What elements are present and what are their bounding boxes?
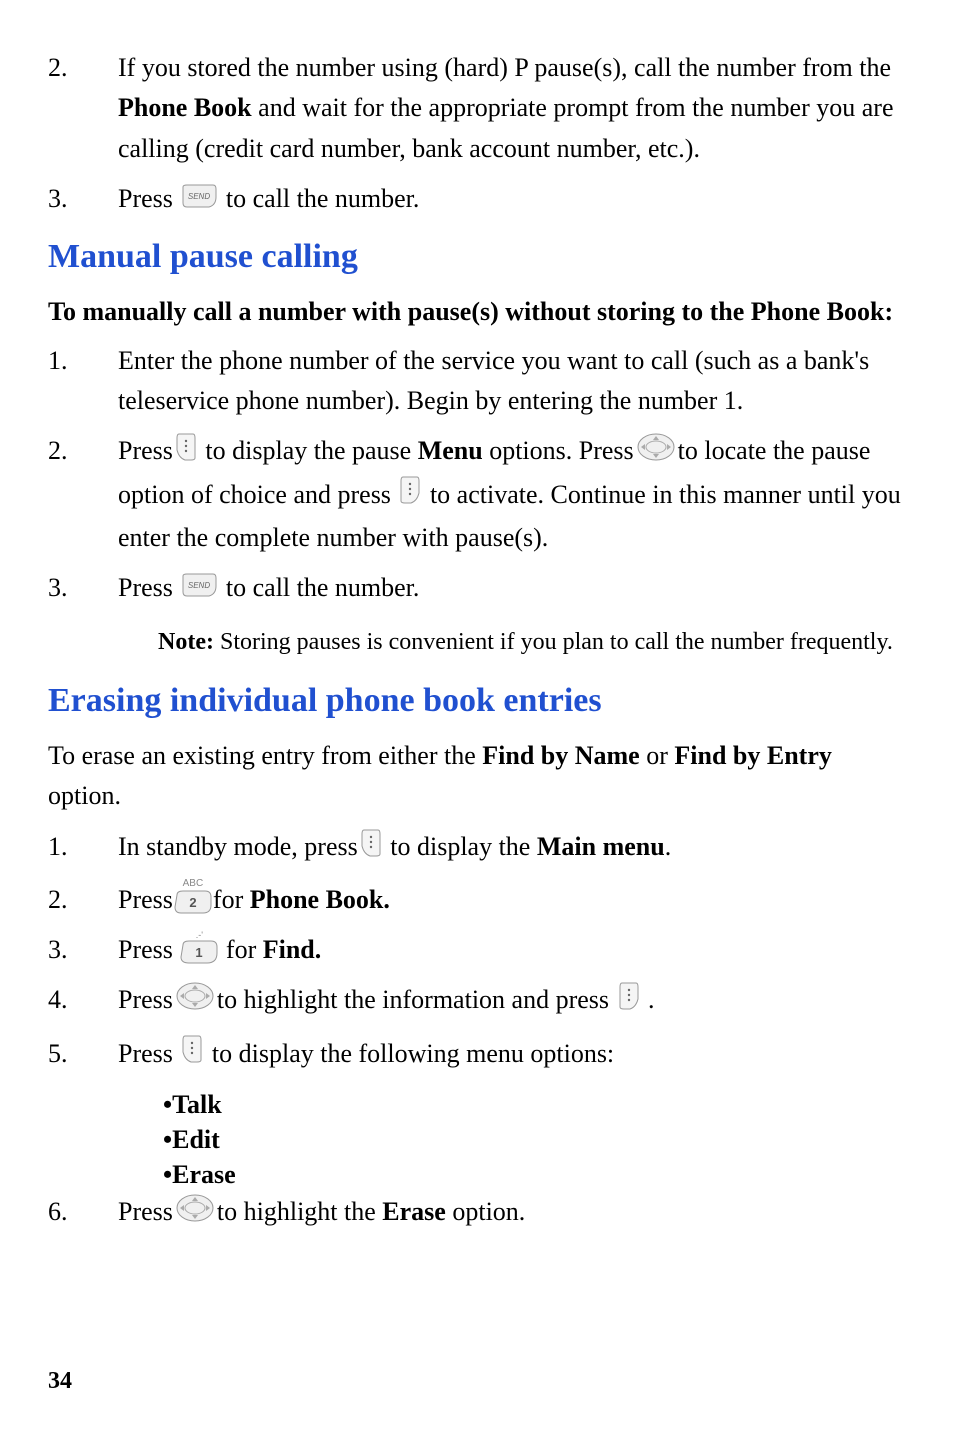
text: options. Press bbox=[483, 436, 634, 465]
list2-item2: 2. Press to display the pause Menu optio… bbox=[48, 431, 906, 558]
text: to display the bbox=[384, 832, 537, 861]
key-1-icon: .-'1 bbox=[179, 937, 219, 967]
list-text: Press .-'1 for Find. bbox=[118, 930, 906, 970]
text-bold: Phone Book bbox=[118, 93, 252, 122]
text: or bbox=[640, 741, 675, 770]
text-bold: Erase bbox=[382, 1197, 446, 1226]
menu-left-key-icon bbox=[181, 1034, 203, 1076]
list-number: 5. bbox=[48, 1034, 118, 1077]
page-number: 34 bbox=[48, 1368, 72, 1395]
text: To erase an existing entry from either t… bbox=[48, 741, 482, 770]
list-text: Enter the phone number of the service yo… bbox=[118, 341, 906, 422]
key-2-icon: ABC2 bbox=[173, 887, 213, 917]
list-number: 2. bbox=[48, 431, 118, 558]
text: . bbox=[665, 832, 672, 861]
list-text: Press SEND to call the number. bbox=[118, 568, 906, 610]
menu-left-key-icon bbox=[175, 432, 197, 474]
svg-text:SEND: SEND bbox=[188, 581, 210, 590]
text: Press bbox=[118, 1197, 173, 1226]
text-bold: Find by Entry bbox=[674, 741, 832, 770]
text: In standby mode, press bbox=[118, 832, 358, 861]
list-text: Press to highlight the information and pr… bbox=[118, 980, 906, 1023]
subheading: To manually call a number with pause(s) … bbox=[48, 292, 906, 331]
list-text: In standby mode, press to display the Ma… bbox=[118, 827, 906, 870]
text: to highlight the bbox=[217, 1197, 382, 1226]
list1-item3: 3. Press SEND to call the number. bbox=[48, 179, 906, 221]
menu-right-key-icon bbox=[399, 475, 421, 517]
send-key-icon: SEND bbox=[181, 181, 217, 221]
bullet-edit: •Edit bbox=[163, 1122, 906, 1157]
list-number: 4. bbox=[48, 980, 118, 1023]
text: Press bbox=[118, 1039, 179, 1068]
list-number: 6. bbox=[48, 1192, 118, 1235]
text: Press bbox=[118, 573, 179, 602]
note-label: Note: bbox=[158, 629, 214, 655]
svg-text:1: 1 bbox=[196, 945, 203, 960]
page-content: 2. If you stored the number using (hard)… bbox=[48, 48, 906, 1235]
note: Note: Storing pauses is convenient if yo… bbox=[158, 624, 906, 661]
nav-key-icon bbox=[636, 432, 676, 474]
heading-manual-pause: Manual pause calling bbox=[48, 231, 906, 284]
list2-item1: 1. Enter the phone number of the service… bbox=[48, 341, 906, 422]
list3-item2: 2. PressABC2for Phone Book. bbox=[48, 880, 906, 920]
svg-text:SEND: SEND bbox=[188, 192, 210, 201]
text: to display the following menu options: bbox=[205, 1039, 614, 1068]
text: option. bbox=[446, 1197, 525, 1226]
list2-item3: 3. Press SEND to call the number. bbox=[48, 568, 906, 610]
list-text: Press to highlight the Erase option. bbox=[118, 1192, 906, 1235]
text-bold: Find. bbox=[263, 935, 322, 964]
key-1-label: .-' bbox=[196, 929, 203, 943]
list-text: Press SEND to call the number. bbox=[118, 179, 906, 221]
text: Press bbox=[118, 436, 173, 465]
menu-left-key-icon bbox=[360, 828, 382, 870]
list-number: 3. bbox=[48, 568, 118, 610]
text-bold: Phone Book. bbox=[250, 885, 390, 914]
list1-item2: 2. If you stored the number using (hard)… bbox=[48, 48, 906, 169]
list-number: 3. bbox=[48, 930, 118, 970]
heading-erasing: Erasing individual phone book entries bbox=[48, 675, 906, 728]
list-number: 2. bbox=[48, 48, 118, 169]
list-text: If you stored the number using (hard) P … bbox=[118, 48, 906, 169]
text: for bbox=[219, 935, 262, 964]
bullet-talk: •Talk bbox=[163, 1087, 906, 1122]
text: option. bbox=[48, 781, 121, 810]
list-number: 1. bbox=[48, 341, 118, 422]
intro-text: To erase an existing entry from either t… bbox=[48, 736, 906, 817]
nav-key-icon bbox=[175, 981, 215, 1023]
text: to highlight the information and press bbox=[217, 985, 616, 1014]
list-text: Press to display the following menu opti… bbox=[118, 1034, 906, 1077]
text: . bbox=[642, 985, 655, 1014]
svg-text:2: 2 bbox=[189, 895, 196, 910]
text: for bbox=[213, 885, 250, 914]
nav-key-icon bbox=[175, 1193, 215, 1235]
send-key-icon: SEND bbox=[181, 570, 217, 610]
list3-item6: 6. Press to highlight the Erase option. bbox=[48, 1192, 906, 1235]
text-bold: Menu bbox=[418, 436, 483, 465]
list-text: Press to display the pause Menu options.… bbox=[118, 431, 906, 558]
list3-item1: 1. In standby mode, press to display the… bbox=[48, 827, 906, 870]
menu-right-key-icon bbox=[618, 981, 640, 1023]
list-number: 1. bbox=[48, 827, 118, 870]
text: Press bbox=[118, 885, 173, 914]
bullet-erase: •Erase bbox=[163, 1157, 906, 1192]
text: to display the pause bbox=[199, 436, 418, 465]
key-2-label: ABC bbox=[183, 876, 204, 892]
text: Press bbox=[118, 935, 179, 964]
list3-item3: 3. Press .-'1 for Find. bbox=[48, 930, 906, 970]
text: to call the number. bbox=[219, 573, 419, 602]
text-bold: Find by Name bbox=[482, 741, 639, 770]
list3-item5: 5. Press to display the following menu o… bbox=[48, 1034, 906, 1077]
text: Press bbox=[118, 184, 179, 213]
list-number: 2. bbox=[48, 880, 118, 920]
text-bold: Main menu bbox=[537, 832, 665, 861]
text: If you stored the number using (hard) P … bbox=[118, 53, 891, 82]
bullet-list: •Talk •Edit •Erase bbox=[163, 1087, 906, 1192]
list-text: PressABC2for Phone Book. bbox=[118, 880, 906, 920]
text: to call the number. bbox=[219, 184, 419, 213]
list-number: 3. bbox=[48, 179, 118, 221]
note-text: Storing pauses is convenient if you plan… bbox=[214, 629, 893, 655]
text: Press bbox=[118, 985, 173, 1014]
list3-item4: 4. Press to highlight the information and… bbox=[48, 980, 906, 1023]
